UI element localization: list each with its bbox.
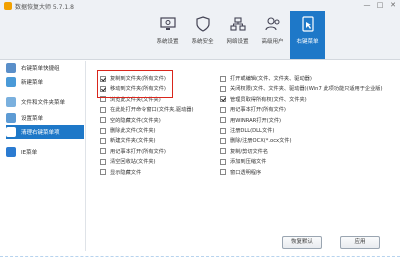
toolbar-label: 系统安全 (191, 39, 214, 45)
option-label: 添加到压缩文件 (230, 159, 267, 166)
option-row[interactable]: 添加到压缩文件 (220, 157, 266, 166)
option-checkbox[interactable] (220, 158, 226, 165)
maximize-button[interactable]: □ (375, 1, 385, 10)
toolbar-right-click-menu[interactable]: 右键菜单 (290, 11, 325, 59)
sidebar-item-ie-menu[interactable]: IE菜单 (6, 145, 84, 159)
app-logo-icon (4, 2, 12, 10)
users-icon (264, 15, 282, 33)
sidebar-item-label: 清理右键菜单项 (21, 130, 60, 136)
sidebar-item-label: 设置菜单 (21, 116, 44, 122)
document-new-icon (6, 77, 16, 87)
option-label: 空的隐藏文件(文件夹) (110, 117, 161, 124)
sidebar-item-settings-menu[interactable]: 设置菜单 (6, 111, 84, 125)
option-checkbox[interactable] (100, 137, 106, 144)
ie-icon (6, 147, 16, 157)
highlight-box (97, 70, 173, 98)
option-checkbox[interactable] (100, 117, 106, 124)
sidebar-item-label: IE菜单 (21, 150, 38, 156)
option-checkbox[interactable] (220, 75, 226, 82)
footer-divider (0, 256, 400, 257)
option-row[interactable]: 删除此文件(文件夹) (100, 126, 156, 135)
option-row[interactable]: 用WINRAR打开(文件) (220, 116, 281, 125)
sidebar-item-new-menu[interactable]: 新建菜单 (6, 75, 84, 89)
option-label: 管理员取得所有权(文件、文件夹) (230, 96, 307, 103)
option-row[interactable]: 用记事本打开(所有文件) (220, 105, 286, 114)
option-label: 关闭权限(文件、文件夹、驱动器)(Win7 此项功能只适用于企业版) (230, 86, 383, 93)
option-label: 清空回收站(文件夹) (110, 159, 156, 166)
option-checkbox[interactable] (220, 137, 226, 144)
toolbar-system-settings[interactable]: 系统设置 (150, 11, 185, 59)
option-label: 在此处打开命令窗口(文件夹,驱动器) (110, 107, 194, 114)
gear-menu-icon (6, 113, 16, 123)
option-checkbox[interactable] (220, 169, 226, 176)
toolbar-label: 右键菜单 (296, 39, 319, 45)
toolbar-label: 系统设置 (156, 39, 179, 45)
option-label: 打开或编辑(文件、文件夹、驱动器) (230, 76, 312, 82)
header: 数据恢复大师 5.7.1.8 — □ ✕ 系统设置 系统安全 网络设置 高级用户… (0, 0, 400, 60)
option-label: 删除/注册OCX(*.ocx文件) (230, 138, 292, 145)
sidebar-item-label: 文件和文件夹菜单 (21, 100, 66, 106)
option-checkbox[interactable] (220, 117, 226, 124)
option-row[interactable]: 窗口透明程序 (220, 168, 261, 177)
option-checkbox[interactable] (220, 148, 226, 155)
folder-menu-icon (6, 97, 16, 107)
option-label: 删除此文件(文件夹) (110, 128, 156, 134)
option-checkbox[interactable] (100, 106, 106, 113)
option-label: 用记事本打开(所有文件) (230, 107, 286, 114)
option-checkbox[interactable] (220, 85, 226, 92)
toolbar-label: 高级用户 (261, 39, 284, 45)
option-label: 显示隐藏文件 (110, 169, 142, 176)
option-row[interactable]: 删除/注册OCX(*.ocx文件) (220, 136, 292, 145)
option-row[interactable]: 打开或编辑(文件、文件夹、驱动器) (220, 74, 312, 83)
option-label: 新建文件夹(文件夹) (110, 138, 156, 145)
sidebar-item-label: 新建菜单 (21, 80, 44, 86)
option-row[interactable]: 关闭权限(文件、文件夹、驱动器)(Win7 此项功能只适用于企业版) (220, 84, 382, 93)
clean-menu-icon (6, 127, 16, 137)
option-row[interactable]: 空的隐藏文件(文件夹) (100, 116, 161, 125)
option-row[interactable]: 清空回收站(文件夹) (100, 157, 156, 166)
option-checkbox[interactable] (100, 158, 106, 165)
toolbar-system-security[interactable]: 系统安全 (185, 11, 220, 59)
option-label: 窗口透明程序 (230, 169, 262, 176)
shield-icon (194, 15, 212, 33)
monitor-gear-icon (159, 15, 177, 33)
minimize-button[interactable]: — (362, 1, 372, 10)
option-row[interactable]: 在此处打开命令窗口(文件夹,驱动器) (100, 105, 194, 114)
right-click-menu-icon (299, 15, 317, 33)
apply-button[interactable]: 应用 (340, 236, 380, 249)
option-checkbox[interactable] (220, 127, 226, 134)
option-row[interactable]: 显示隐藏文件 (100, 168, 141, 177)
option-label: 复制/剪切文件名 (230, 148, 269, 155)
option-checkbox[interactable] (100, 127, 106, 134)
option-row[interactable]: 复制/剪切文件名 (220, 147, 268, 156)
main-toolbar: 系统设置 系统安全 网络设置 高级用户 右键菜单 (150, 11, 325, 59)
option-row[interactable]: 管理员取得所有权(文件、文件夹) (220, 95, 307, 104)
option-row[interactable]: 新建文件夹(文件夹) (100, 136, 156, 145)
option-label: 用记事本打开(所有文件) (110, 148, 166, 155)
restore-defaults-button[interactable]: 恢复默认 (282, 236, 322, 249)
option-row[interactable]: 注册DLL(DLL文件) (220, 126, 274, 135)
option-checkbox[interactable] (100, 148, 106, 155)
sidebar-item-file-folder-menu[interactable]: 文件和文件夹菜单 (6, 95, 84, 109)
sidebar-item-clean-menu[interactable]: 清理右键菜单项 (6, 125, 84, 139)
window-title: 数据恢复大师 5.7.1.8 (15, 4, 74, 11)
sidebar-item-quick-group[interactable]: 右键菜单快捷组 (6, 61, 84, 75)
network-icon (229, 15, 247, 33)
toolbar-advanced-users[interactable]: 高级用户 (255, 11, 290, 59)
document-list-icon (6, 63, 16, 73)
toolbar-label: 网络设置 (226, 39, 249, 45)
option-checkbox[interactable] (220, 96, 226, 103)
sidebar: 右键菜单快捷组 新建菜单 文件和文件夹菜单 设置菜单 清理右键菜单项 IE菜单 (0, 61, 86, 251)
option-label: 注册DLL(DLL文件) (230, 128, 275, 134)
toolbar-network-settings[interactable]: 网络设置 (220, 11, 255, 59)
close-button[interactable]: ✕ (388, 1, 398, 10)
option-checkbox[interactable] (100, 169, 106, 176)
option-row[interactable]: 用记事本打开(所有文件) (100, 147, 166, 156)
sidebar-item-label: 右键菜单快捷组 (21, 66, 60, 72)
option-label: 用WINRAR打开(文件) (230, 117, 282, 124)
option-checkbox[interactable] (220, 106, 226, 113)
